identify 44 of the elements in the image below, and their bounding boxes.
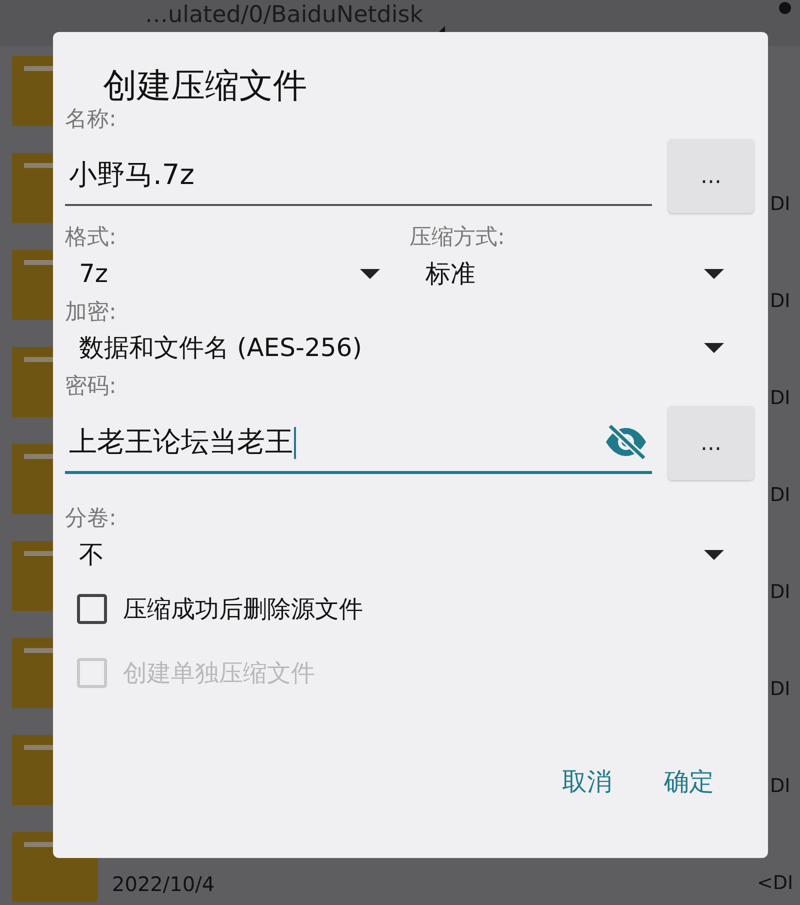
file-type: DI xyxy=(770,193,790,215)
folder-icon xyxy=(12,735,53,805)
file-type: DI xyxy=(770,484,790,506)
folder-icon xyxy=(12,56,53,126)
field-label: 格式: xyxy=(65,225,116,252)
dropdown[interactable]: 不 xyxy=(65,532,754,577)
name-field[interactable]: 小野马.7z xyxy=(65,146,652,206)
dropdown[interactable]: 7z xyxy=(65,252,410,296)
folder-icon xyxy=(12,250,53,320)
browse-button[interactable]: ... xyxy=(668,139,754,214)
dropdown-arrow-icon xyxy=(704,550,724,560)
checkbox-label: 压缩成功后删除源文件 xyxy=(123,594,363,625)
field-label: 密码: xyxy=(65,374,116,400)
folder-icon xyxy=(12,541,53,611)
folder-icon xyxy=(12,153,53,223)
folder-icon xyxy=(12,638,53,708)
dropdown[interactable]: 标准 xyxy=(410,252,754,296)
dropdown[interactable]: 数据和文件名 (AES-256) xyxy=(65,326,754,370)
dialog-button[interactable]: 确定 xyxy=(648,756,730,806)
folder-path: …ulated/0/BaiduNetdisk xyxy=(145,2,424,30)
dialog-title: 创建压缩文件 xyxy=(103,66,308,107)
dropdown-arrow-icon xyxy=(704,268,724,279)
more-icon[interactable] xyxy=(779,2,791,14)
field-label: 名称: xyxy=(65,106,116,134)
browse-button[interactable]: ... xyxy=(668,406,754,480)
field-label: 分卷: xyxy=(65,506,116,533)
file-type: DI xyxy=(770,775,790,797)
checkbox[interactable] xyxy=(77,594,107,624)
eye-off-icon[interactable] xyxy=(604,424,648,460)
field-label: 加密: xyxy=(65,300,116,326)
dialog-button[interactable]: 取消 xyxy=(546,756,628,806)
dropdown-arrow-icon xyxy=(704,342,724,353)
field-label: 压缩方式: xyxy=(410,225,505,252)
checkbox-label: 创建单独压缩文件 xyxy=(123,658,315,689)
file-type: DI xyxy=(770,581,790,603)
folder-icon xyxy=(12,444,53,514)
file-type: DI xyxy=(770,290,790,312)
file-type: DI xyxy=(770,387,790,409)
file-date: 2022/10/4 xyxy=(112,872,215,896)
file-type: <DI xyxy=(757,872,794,894)
password-field[interactable]: 上老王论坛当老王 xyxy=(65,412,652,474)
dropdown-arrow-icon xyxy=(360,268,380,279)
file-type: DI xyxy=(770,678,790,700)
folder-icon xyxy=(12,347,53,417)
